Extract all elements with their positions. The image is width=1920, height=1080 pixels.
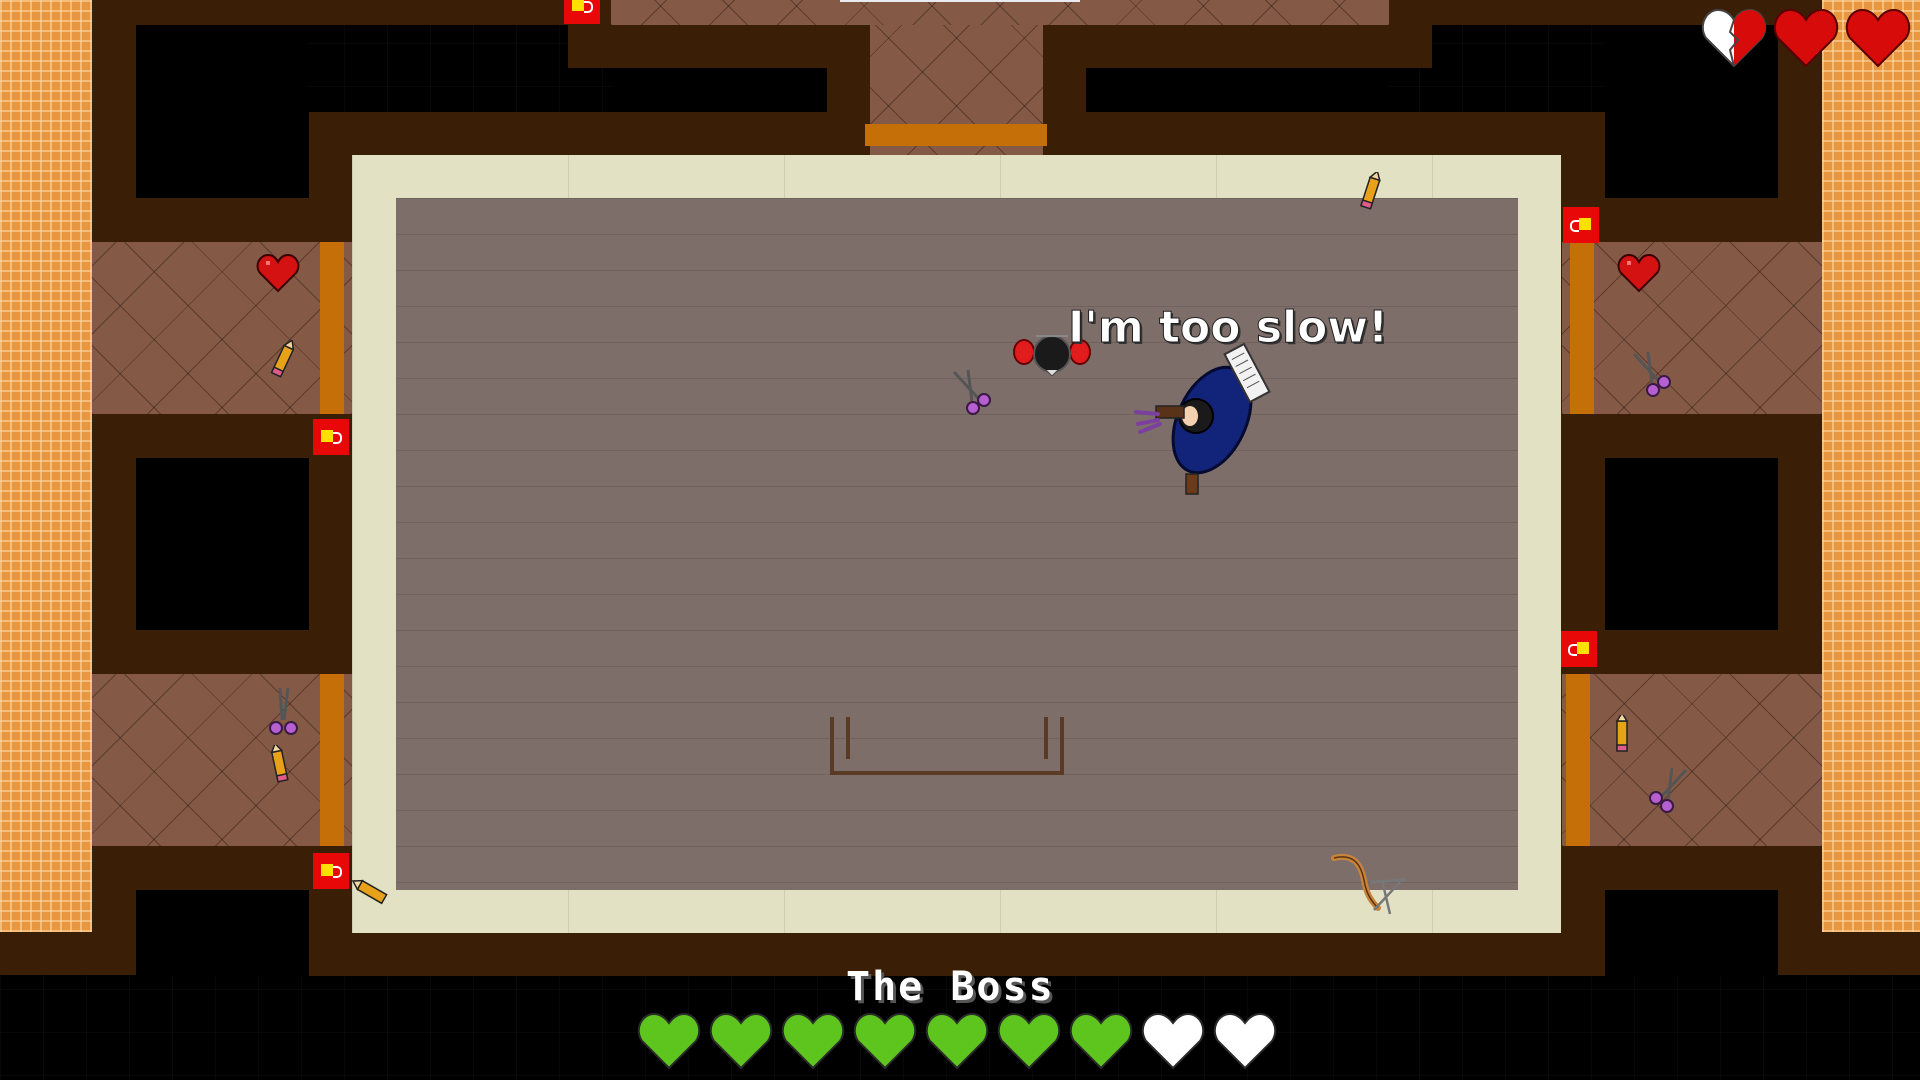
boss-name-label: The Boss <box>846 964 1055 1010</box>
pencil-icon[interactable] <box>268 745 292 789</box>
desk <box>830 717 1064 775</box>
left-outer-tiles <box>0 0 92 932</box>
east-door-top[interactable] <box>1570 242 1594 414</box>
boss-heart-full-icon <box>853 1012 917 1070</box>
pencil-icon[interactable] <box>1610 715 1634 759</box>
full-heart-icon <box>1845 8 1911 68</box>
west-hall-top-carpet <box>92 242 352 414</box>
north-hall-desk-edge <box>840 0 1080 2</box>
wall-switch[interactable] <box>1561 631 1597 667</box>
boss-heart-full-icon <box>709 1012 773 1070</box>
left-room-row3 <box>92 630 352 674</box>
boss-heart-full-icon <box>781 1012 845 1070</box>
pencil-icon[interactable] <box>1358 172 1382 216</box>
chair-icon[interactable] <box>1360 870 1420 920</box>
right-outer-tiles <box>1822 0 1920 932</box>
pencil-icon[interactable] <box>350 870 394 914</box>
boss-heart-empty-icon <box>1213 1012 1277 1070</box>
heart-pickup-icon[interactable] <box>1617 253 1661 293</box>
half-heart-icon <box>1701 8 1767 68</box>
east-closet-middle <box>1605 458 1778 630</box>
boss-health-bar <box>636 1010 1277 1074</box>
east-door-bottom[interactable] <box>1566 674 1590 846</box>
scissors-icon[interactable] <box>948 368 996 416</box>
right-room-row1 <box>1562 198 1822 242</box>
scissors-icon[interactable] <box>1628 350 1676 398</box>
boss-speech-text: I'm too slow! <box>1067 302 1389 354</box>
top-wall-left <box>92 0 568 25</box>
pencil-icon[interactable] <box>270 340 294 384</box>
full-heart-icon <box>1773 8 1839 68</box>
boss-heart-full-icon <box>637 1012 701 1070</box>
scissors-icon[interactable] <box>1644 766 1692 814</box>
wall-switch[interactable] <box>564 0 600 24</box>
east-hall-top-carpet <box>1562 242 1822 414</box>
boss-heart-full-icon <box>925 1012 989 1070</box>
west-door-bottom[interactable] <box>320 674 344 846</box>
wall-switch[interactable] <box>1563 207 1599 243</box>
north-hall-carpet <box>611 0 1389 25</box>
right-room-row4 <box>1562 846 1822 890</box>
bottom-right-ledge <box>1778 932 1920 975</box>
left-room-row1 <box>92 198 352 242</box>
north-closet-right <box>1086 68 1388 112</box>
west-hall-bottom-carpet <box>92 674 352 846</box>
west-closet-top <box>136 25 309 198</box>
player-health <box>1700 6 1916 76</box>
east-closet-bottom <box>1605 890 1778 975</box>
wall-switch[interactable] <box>313 419 349 455</box>
west-closet-middle <box>136 458 309 630</box>
scissors-icon[interactable] <box>264 686 304 738</box>
north-door[interactable] <box>865 124 1047 146</box>
boss-character[interactable] <box>1126 340 1276 500</box>
game-viewport[interactable]: I'm too slow! The Boss <box>0 0 1920 1080</box>
heart-pickup-icon[interactable] <box>256 253 300 293</box>
wall-switch[interactable] <box>313 853 349 889</box>
right-room-row2 <box>1562 414 1822 458</box>
west-closet-bottom <box>136 890 309 975</box>
right-room-row3 <box>1562 630 1822 674</box>
boss-heart-full-icon <box>997 1012 1061 1070</box>
boss-heart-full-icon <box>1069 1012 1133 1070</box>
west-door-top[interactable] <box>320 242 344 414</box>
north-closet-left <box>611 68 827 112</box>
east-hall-bottom-carpet <box>1562 674 1822 846</box>
bottom-left-ledge <box>0 932 136 975</box>
boss-heart-empty-icon <box>1141 1012 1205 1070</box>
